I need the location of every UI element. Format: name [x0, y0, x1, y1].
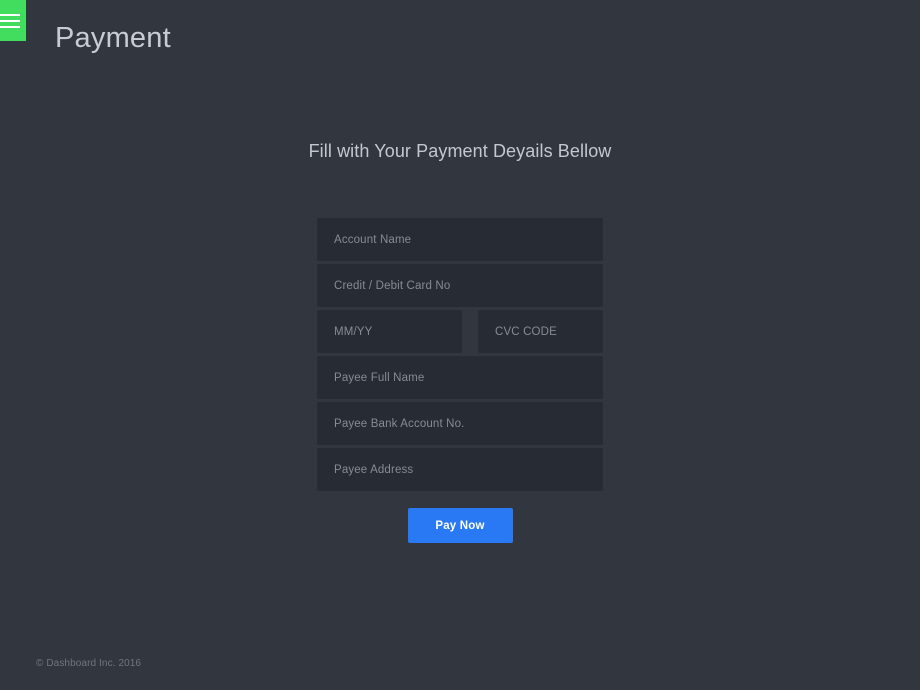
- form-heading: Fill with Your Payment Deyails Bellow: [308, 141, 612, 161]
- menu-bar-2: [0, 19, 20, 22]
- payee-full-name-field[interactable]: Payee Full Name: [317, 356, 603, 399]
- cvc-code-placeholder: CVC CODE: [495, 325, 557, 338]
- menu-bar-3: [0, 25, 20, 28]
- cvc-code-field[interactable]: CVC CODE: [478, 310, 603, 353]
- payment-form: Account Name Credit / Debit Card No MM/Y…: [317, 218, 603, 543]
- footer-copyright: © Dashboard Inc. 2016: [36, 658, 142, 669]
- payee-bank-account-no-field[interactable]: Payee Bank Account No.: [317, 402, 603, 445]
- page-header: Payment: [0, 0, 920, 72]
- payment-page: Payment Fill with Your Payment Deyails B…: [0, 0, 920, 690]
- payee-address-placeholder: Payee Address: [334, 463, 414, 476]
- menu-bar-1: [0, 13, 20, 16]
- expiry-date-field[interactable]: MM/YY: [317, 310, 462, 353]
- credit-debit-card-no-field[interactable]: Credit / Debit Card No: [317, 264, 603, 307]
- payee-bank-account-no-placeholder: Payee Bank Account No.: [334, 417, 465, 430]
- payee-address-field[interactable]: Payee Address: [317, 448, 603, 491]
- account-name-placeholder: Account Name: [334, 233, 412, 246]
- expiry-date-placeholder: MM/YY: [334, 325, 373, 338]
- account-name-field[interactable]: Account Name: [317, 218, 603, 261]
- card-expiry-cvc-row: MM/YY CVC CODE: [317, 310, 603, 353]
- page-title: Payment: [55, 22, 171, 54]
- pay-now-button[interactable]: Pay Now: [407, 508, 513, 543]
- payee-full-name-placeholder: Payee Full Name: [334, 371, 425, 384]
- submit-row: Pay Now: [317, 508, 603, 543]
- hamburger-menu-icon[interactable]: [0, 0, 26, 41]
- credit-debit-card-no-placeholder: Credit / Debit Card No: [334, 279, 451, 292]
